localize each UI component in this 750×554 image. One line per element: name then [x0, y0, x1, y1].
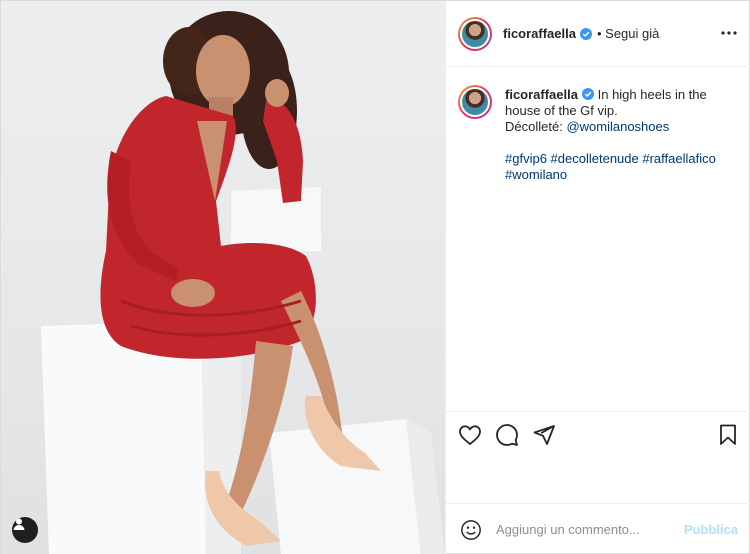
heart-icon[interactable]: [458, 423, 482, 447]
action-bar: [446, 411, 750, 457]
emoji-icon[interactable]: [460, 519, 482, 541]
hashtag-link[interactable]: #raffaellafico: [642, 151, 715, 166]
hashtag-link[interactable]: #decolletenude: [551, 151, 639, 166]
caption-text: ficoraffaella In high heels in the house…: [505, 85, 742, 183]
more-options-icon[interactable]: [720, 23, 738, 43]
comment-input[interactable]: [496, 522, 676, 537]
publish-button[interactable]: Pubblica: [684, 522, 738, 537]
verified-badge-icon: [581, 88, 594, 100]
bookmark-icon[interactable]: [716, 423, 740, 447]
caption-username[interactable]: ficoraffaella: [505, 87, 578, 102]
post-side-panel: ficoraffaella • Segui già ficoraffaella …: [445, 1, 750, 554]
post-photo[interactable]: [1, 1, 445, 554]
comment-box: Pubblica: [446, 503, 750, 554]
tagged-users-button[interactable]: [12, 517, 38, 543]
paper-plane-icon[interactable]: [532, 423, 556, 447]
hashtag-link[interactable]: #womilano: [505, 167, 567, 182]
instagram-post: ficoraffaella • Segui già ficoraffaella …: [0, 0, 750, 554]
user-tag-icon: [13, 518, 25, 530]
hashtag-link[interactable]: #gfvip6: [505, 151, 547, 166]
avatar[interactable]: [458, 16, 492, 51]
caption-avatar[interactable]: [458, 85, 492, 119]
mention-link[interactable]: @womilanoshoes: [566, 119, 669, 134]
verified-badge-icon: [579, 27, 592, 40]
follow-status-button[interactable]: • Segui già: [597, 26, 659, 41]
author-username[interactable]: ficoraffaella: [503, 26, 576, 41]
post-caption: ficoraffaella In high heels in the house…: [458, 85, 742, 183]
photo-illustration: [41, 11, 445, 554]
decollete-label: Décolleté:: [505, 119, 563, 134]
comment-icon[interactable]: [495, 423, 519, 447]
post-header: ficoraffaella • Segui già: [446, 1, 750, 67]
